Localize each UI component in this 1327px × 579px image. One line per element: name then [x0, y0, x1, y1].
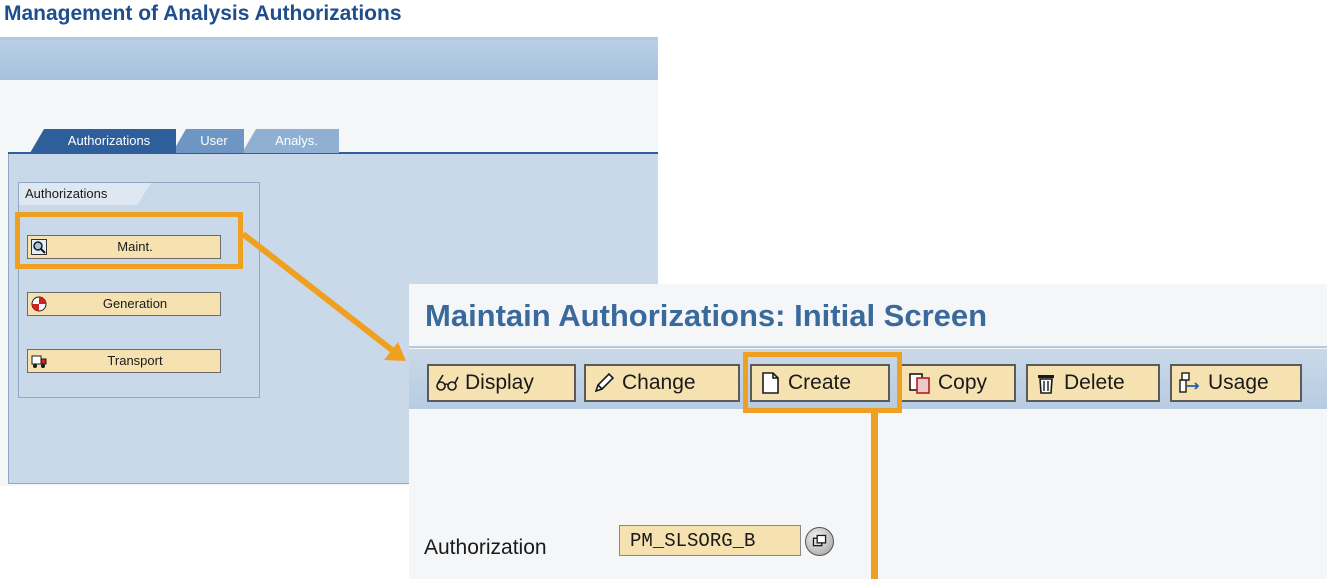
- change-button-label: Change: [622, 371, 696, 394]
- generation-button[interactable]: Generation: [27, 292, 221, 316]
- glasses-icon: [436, 374, 459, 391]
- authorization-field[interactable]: [619, 525, 801, 556]
- truck-icon: [31, 355, 47, 368]
- transport-button[interactable]: Transport: [27, 349, 221, 373]
- copy-icon: [909, 373, 930, 394]
- page-title: Management of Analysis Authorizations: [4, 2, 402, 25]
- change-button[interactable]: Change: [584, 364, 740, 402]
- tab-authorizations[interactable]: Authorizations: [30, 129, 176, 153]
- delete-button[interactable]: Delete: [1026, 364, 1160, 402]
- generation-button-label: Generation: [102, 296, 168, 311]
- maintain-authorizations-window: Maintain Authorizations: Initial Screen …: [409, 284, 1327, 579]
- usage-button[interactable]: Usage: [1170, 364, 1302, 402]
- value-help-button[interactable]: [805, 527, 834, 556]
- copy-button[interactable]: Copy: [900, 364, 1016, 402]
- display-button[interactable]: Display: [427, 364, 576, 402]
- transport-button-label: Transport: [107, 353, 163, 368]
- usage-button-label: Usage: [1208, 371, 1269, 394]
- page-title: Maintain Authorizations: Initial Screen: [425, 298, 988, 333]
- value-help-icon: [812, 534, 827, 547]
- trash-icon: [1038, 375, 1054, 394]
- create-connector-line: [871, 413, 878, 579]
- copy-button-label: Copy: [938, 371, 988, 394]
- group-box-title: Authorizations: [19, 183, 151, 205]
- create-highlight-frame: [743, 352, 902, 413]
- delete-button-label: Delete: [1064, 371, 1125, 394]
- where-used-icon: [1179, 372, 1200, 393]
- pencil-icon: [594, 372, 615, 393]
- authorization-label: Authorization: [424, 536, 547, 559]
- maint-highlight-frame: [15, 212, 243, 269]
- display-button-label: Display: [465, 371, 534, 394]
- application-toolbar: [0, 40, 658, 80]
- generate-target-icon: [31, 296, 47, 312]
- title-divider: [409, 346, 1327, 348]
- tab-analys[interactable]: Analys.: [242, 129, 339, 153]
